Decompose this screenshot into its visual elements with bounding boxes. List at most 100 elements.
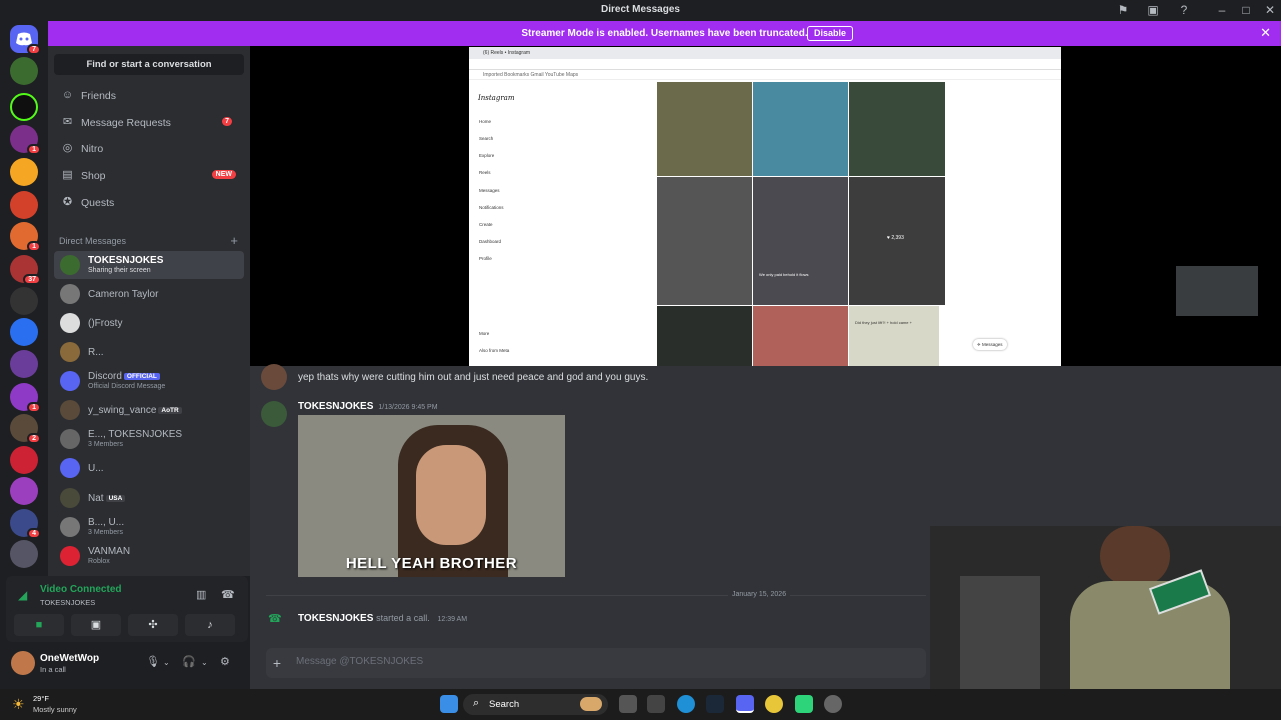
task-view-icon[interactable] (619, 695, 637, 713)
username: OneWetWop (40, 653, 100, 664)
ig-nav-item: Explore (479, 153, 495, 158)
server-icon[interactable]: 1 (10, 222, 41, 252)
dm-item[interactable]: E..., TOKESNJOKES 3 Members (54, 425, 244, 453)
nav-quests[interactable]: ✪ Quests (54, 191, 244, 215)
start-icon[interactable] (440, 695, 458, 713)
weather-temp[interactable]: 29°F (33, 694, 49, 703)
dm-item[interactable]: VANMAN Roblox (54, 542, 244, 570)
disconnect-icon[interactable]: ☎ (221, 588, 235, 601)
headphones-icon[interactable]: 🎧 (182, 655, 196, 668)
server-icon[interactable] (10, 191, 38, 219)
screen-share-button[interactable]: ▣ (71, 614, 121, 636)
gear-icon[interactable]: ⚙ (220, 655, 230, 668)
taskbar-search[interactable]: ⌕ Search (463, 694, 608, 715)
server-icon[interactable]: 1 (10, 125, 41, 155)
screen-share-stream[interactable]: (6) Reels • Instagram Imported Bookmarks… (250, 46, 1281, 366)
nav-friends[interactable]: ☺ Friends (54, 84, 244, 108)
microphone-icon[interactable]: 🎙 (146, 655, 160, 668)
dm-item[interactable]: Discord OFFICIAL Official Discord Message (54, 367, 244, 395)
weather-icon[interactable]: ☀ (12, 696, 25, 713)
banner-close-icon[interactable]: ✕ (1260, 25, 1271, 41)
nav-message-requests[interactable]: ✉ Message Requests 7 (54, 111, 244, 135)
avatar (60, 546, 80, 566)
server-icon[interactable] (10, 477, 38, 505)
requests-badge: 7 (222, 117, 232, 126)
dm-item[interactable]: Nat USA (54, 484, 244, 512)
avatar[interactable] (11, 651, 35, 675)
message-author[interactable]: TOKESNJOKES 1/13/2026 9:45 PM (298, 401, 438, 412)
dm-item[interactable]: B..., U... 3 Members (54, 513, 244, 541)
webcam-chair (960, 576, 1040, 689)
inbox-icon[interactable]: ⚑ (1116, 3, 1130, 17)
chevron-down-icon[interactable]: ⌄ (163, 658, 170, 667)
dm-sub: 3 Members (88, 529, 124, 536)
discord-taskbar-icon[interactable] (736, 695, 754, 713)
server-icon[interactable] (10, 350, 38, 378)
server-badge: 37 (23, 274, 41, 285)
soundboard-button[interactable]: ♪ (185, 614, 235, 636)
user-panel: OneWetWop In a call 🎙 ⌄ 🎧 ⌄ ⚙ (6, 645, 248, 685)
server-icon[interactable]: 37 (10, 255, 41, 285)
dm-item[interactable]: R... (54, 338, 244, 366)
stream-pip-preview[interactable] (1176, 266, 1258, 316)
call-author: TOKESNJOKES (298, 613, 374, 624)
dm-name: Cameron Taylor (88, 289, 159, 300)
server-icon[interactable] (10, 57, 38, 85)
minimize-icon[interactable]: – (1215, 3, 1229, 17)
dm-item[interactable]: U... (54, 454, 244, 482)
server-icon[interactable] (10, 93, 38, 121)
close-icon[interactable]: ✕ (1263, 3, 1277, 17)
store-icon[interactable] (647, 695, 665, 713)
avatar (60, 313, 80, 333)
home-button[interactable]: 7 (10, 25, 41, 55)
message-composer: + (266, 648, 926, 678)
activity-button[interactable]: ✣ (128, 614, 178, 636)
avatar[interactable] (261, 401, 287, 427)
server-icon[interactable] (10, 540, 38, 568)
screen-icon[interactable]: ▣ (1146, 3, 1160, 17)
find-conversation-button[interactable]: Find or start a conversation (54, 54, 244, 75)
message-text: yep thats why were cutting him out and j… (298, 372, 649, 383)
dm-name: R... (88, 347, 104, 358)
help-icon[interactable]: ? (1177, 3, 1191, 17)
noise-icon[interactable]: ▥ (196, 588, 206, 601)
add-dm-icon[interactable]: + (230, 233, 238, 248)
attach-plus-icon[interactable]: + (269, 655, 285, 671)
dm-name: Discord OFFICIAL (88, 371, 160, 382)
maximize-icon[interactable]: □ (1239, 3, 1253, 17)
server-icon[interactable] (10, 446, 38, 474)
message-input[interactable] (296, 656, 696, 667)
steam-icon[interactable] (706, 695, 724, 713)
disable-button[interactable]: Disable (807, 26, 854, 41)
reel-tile: Did they just lift?! + hold came + (849, 306, 939, 366)
dm-item[interactable]: TOKESNJOKES Sharing their screen (54, 251, 244, 279)
voice-channel[interactable]: TOKESNJOKES (40, 598, 95, 607)
nav-label: Shop (81, 170, 106, 182)
server-icon[interactable] (10, 158, 38, 186)
ig-nav-item: Messages (479, 188, 500, 193)
dm-item[interactable]: y_swing_vance AoTR (54, 396, 244, 424)
server-icon[interactable]: 4 (10, 509, 41, 539)
gif-attachment[interactable]: HELL YEAH BROTHER (298, 415, 565, 577)
app-icon[interactable] (765, 695, 783, 713)
nav-shop[interactable]: ▤ Shop NEW (54, 164, 244, 188)
chevron-down-icon[interactable]: ⌄ (201, 658, 208, 667)
clan-tag: USA (105, 494, 126, 502)
server-icon[interactable]: 2 (10, 414, 41, 444)
ig-messages-pill: ✈ Messages (973, 339, 1007, 350)
app-icon[interactable] (824, 695, 842, 713)
weather-desc[interactable]: Mostly sunny (33, 705, 77, 714)
avatar (60, 488, 80, 508)
server-icon[interactable] (10, 287, 38, 315)
dm-name: y_swing_vance AoTR (88, 405, 182, 416)
dm-item[interactable]: Cameron Taylor (54, 280, 244, 308)
server-icon[interactable]: 1 (10, 383, 41, 413)
edge-icon[interactable] (677, 695, 695, 713)
nav-nitro[interactable]: ◎ Nitro (54, 137, 244, 161)
app-icon[interactable] (795, 695, 813, 713)
date-divider-label: January 15, 2026 (728, 591, 791, 598)
dm-item[interactable]: ()Frosty (54, 309, 244, 337)
server-icon[interactable] (10, 318, 38, 346)
dm-name: Nat USA (88, 493, 126, 504)
camera-button[interactable]: ■ (14, 614, 64, 636)
